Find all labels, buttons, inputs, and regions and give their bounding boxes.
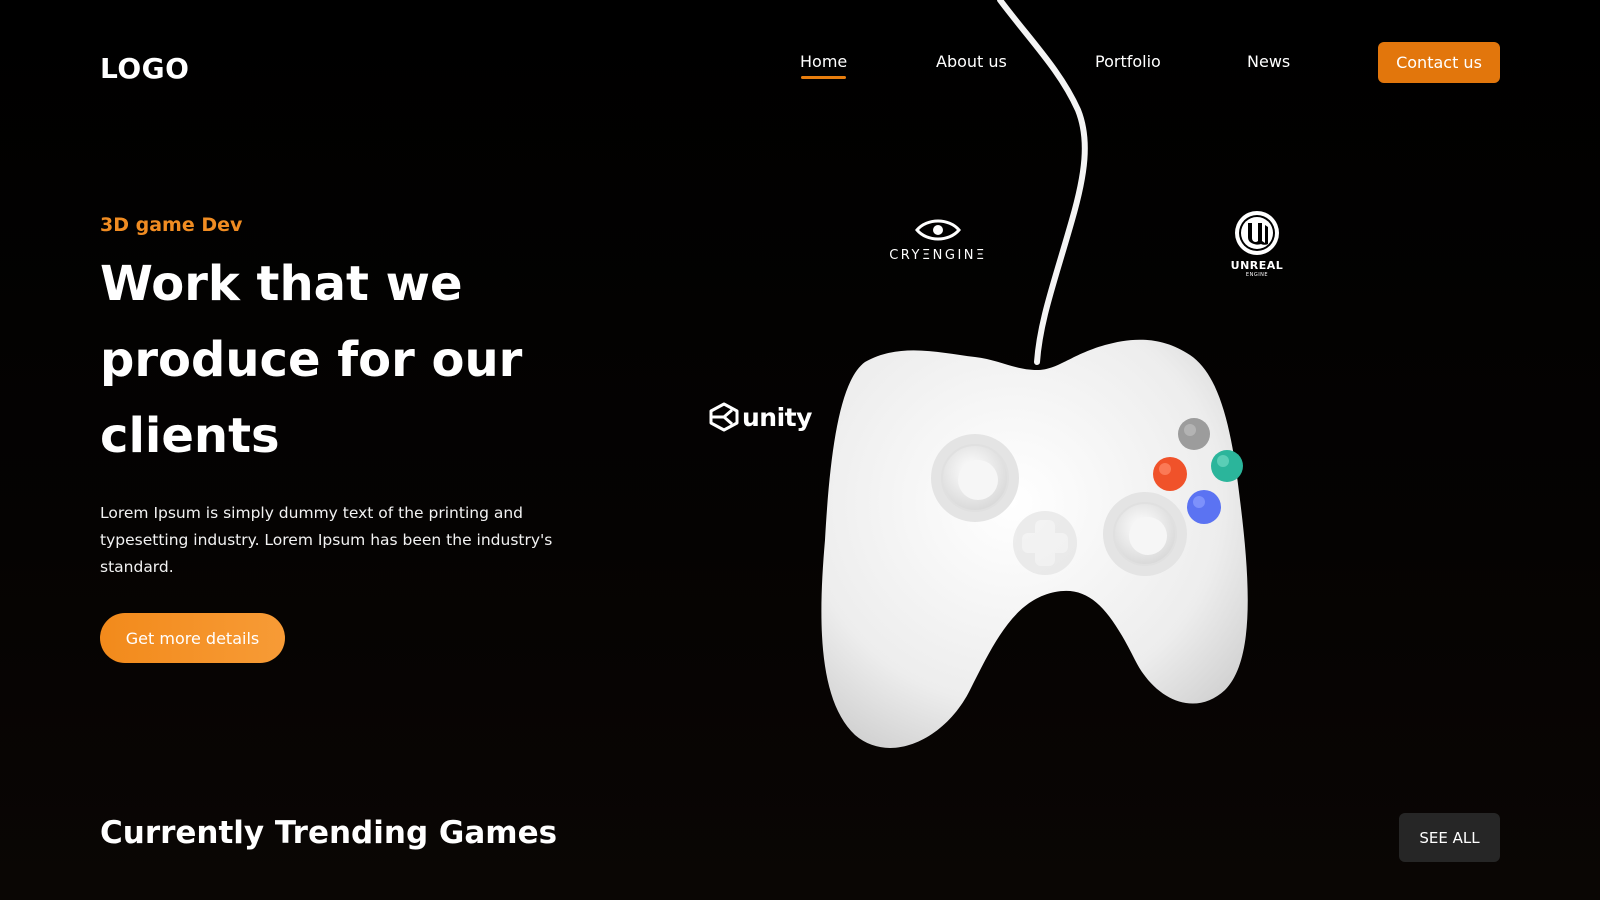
hero-description: Lorem Ipsum is simply dummy text of the … xyxy=(100,504,553,576)
face-button-blue xyxy=(1187,490,1221,524)
unreal-subtitle: ENGINE xyxy=(1245,272,1269,278)
get-more-details-button[interactable]: Get more details xyxy=(100,613,285,663)
trending-games-title: Currently Trending Games xyxy=(100,815,558,851)
face-button-orange xyxy=(1153,457,1187,491)
unreal-wordmark: UNREAL xyxy=(1230,259,1284,272)
unreal-engine-logo: UNREAL ENGINE xyxy=(1222,210,1292,278)
face-button-teal xyxy=(1211,450,1243,482)
unity-logo: unity xyxy=(708,400,812,434)
hero-eyebrow: 3D game Dev xyxy=(100,214,243,236)
see-all-button[interactable]: SEE ALL xyxy=(1399,813,1500,862)
game-controller-icon xyxy=(821,0,1248,748)
hero-title: Work that we produce for our clients xyxy=(100,256,523,464)
controller-cable xyxy=(997,0,1088,365)
unity-wordmark: unity xyxy=(742,402,812,432)
d-pad xyxy=(1013,511,1077,575)
cryengine-wordmark: CRYΞNGINΞ xyxy=(889,248,987,263)
cryengine-logo: CRYΞNGINΞ xyxy=(886,218,990,263)
unreal-u-icon xyxy=(1235,211,1279,255)
contact-us-button[interactable]: Contact us xyxy=(1378,42,1500,83)
unity-cube-icon xyxy=(709,402,739,432)
eye-icon xyxy=(915,219,961,241)
